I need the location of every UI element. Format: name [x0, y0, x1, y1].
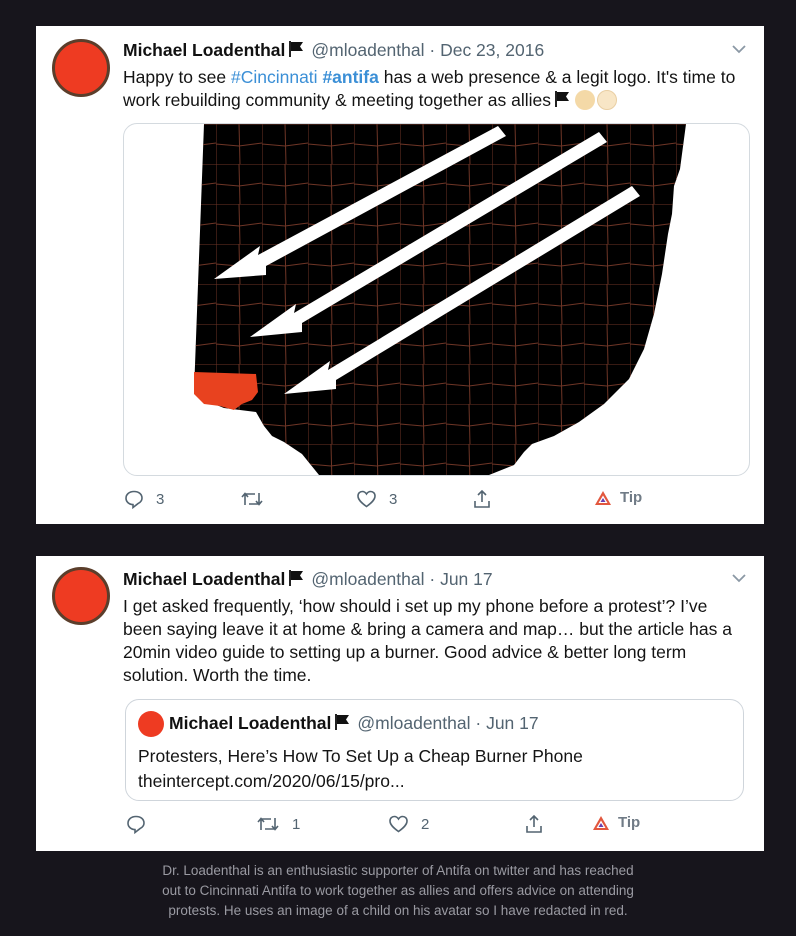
tweet-text: I get asked frequently, ‘how should i se… [123, 596, 732, 685]
tweet-actions: 3 3 Tip [36, 489, 764, 513]
reply-icon [127, 815, 145, 834]
tip-label: Tip [620, 489, 643, 506]
tweet-header: Michael Loadenthal @mloadenthal · Dec 23,… [123, 40, 544, 63]
avatar[interactable] [138, 711, 164, 737]
share-icon [474, 489, 490, 508]
separator: · [429, 40, 436, 60]
retweet-icon [241, 492, 263, 506]
raised-fist-emoji-icon [574, 90, 595, 110]
handle: @mloadenthal [357, 713, 471, 733]
like-button[interactable]: 2 [388, 814, 429, 834]
caption-line: protests. He uses an image of a child on… [168, 903, 628, 918]
tweet-media-image[interactable] [123, 123, 750, 476]
reply-count: 3 [156, 490, 165, 508]
tip-button[interactable]: Tip [594, 489, 642, 506]
tweet-date[interactable]: Jun 17 [440, 569, 493, 589]
ohio-map-arrows-logo-icon [194, 124, 686, 475]
like-button[interactable]: 3 [356, 489, 397, 509]
black-flag-icon [287, 40, 305, 63]
reply-button[interactable]: 3 [124, 489, 164, 509]
retweet-button[interactable]: 1 [256, 814, 300, 834]
brave-tip-icon [595, 490, 611, 505]
tweet-header: Michael Loadenthal @mloadenthal · Jun 17 [123, 569, 493, 592]
retweet-count: 1 [292, 815, 301, 833]
display-name[interactable]: Michael Loadenthal [123, 40, 285, 60]
separator: · [475, 713, 482, 733]
quoted-tweet-text: Protesters, Here’s How To Set Up a Cheap… [138, 744, 583, 794]
caption-line: out to Cincinnati Antifa to work togethe… [162, 883, 634, 898]
tweet-text: Happy to see #Cincinnati #antifa has a w… [123, 66, 742, 114]
quoted-tweet[interactable]: Michael Loadenthal @mloadenthal · Jun 17 … [125, 699, 744, 801]
quoted-tweet-link[interactable]: theintercept.com/2020/06/15/pro... [138, 769, 583, 794]
retweet-icon [257, 817, 279, 831]
display-name[interactable]: Michael Loadenthal [123, 569, 285, 589]
tip-label: Tip [618, 814, 641, 831]
tweet-date[interactable]: Dec 23, 2016 [440, 40, 544, 60]
reply-button[interactable] [126, 814, 158, 834]
clapping-hands-emoji-icon [596, 90, 617, 110]
hashtag-link[interactable]: #antifa [322, 67, 378, 87]
like-count: 2 [421, 815, 430, 833]
caption-line: Dr. Loadenthal is an enthusiastic suppor… [162, 863, 634, 878]
quoted-tweet-header: Michael Loadenthal @mloadenthal · Jun 17 [169, 713, 539, 736]
chevron-down-icon[interactable] [732, 44, 746, 54]
chevron-down-icon[interactable] [732, 573, 746, 583]
heart-icon [389, 815, 408, 833]
heart-icon [357, 490, 376, 508]
separator: · [429, 569, 436, 589]
reply-icon [125, 490, 143, 509]
image-caption: Dr. Loadenthal is an enthusiastic suppor… [0, 861, 796, 921]
tweet-card[interactable]: Michael Loadenthal @mloadenthal · Jun 17 … [36, 556, 764, 851]
retweet-button[interactable] [240, 489, 276, 509]
display-name: Michael Loadenthal [169, 713, 332, 733]
quoted-tweet-line: Protesters, Here’s How To Set Up a Cheap… [138, 746, 583, 766]
tweet-card[interactable]: Michael Loadenthal @mloadenthal · Dec 23,… [36, 26, 764, 524]
avatar[interactable] [52, 567, 110, 625]
tweet-actions: 1 2 Tip [36, 814, 764, 838]
brave-tip-icon [593, 815, 609, 830]
handle[interactable]: @mloadenthal [311, 40, 424, 60]
black-flag-icon [553, 90, 571, 114]
tweet-date: Jun 17 [486, 713, 539, 733]
like-count: 3 [389, 490, 398, 508]
black-flag-icon [287, 569, 305, 592]
black-flag-icon [333, 713, 351, 736]
share-button[interactable] [472, 489, 492, 509]
hashtag-link[interactable]: #Cincinnati [231, 67, 318, 87]
handle[interactable]: @mloadenthal [311, 569, 424, 589]
tip-button[interactable]: Tip [592, 814, 640, 831]
share-icon [526, 814, 542, 833]
avatar[interactable] [52, 39, 110, 97]
share-button[interactable] [524, 814, 544, 834]
